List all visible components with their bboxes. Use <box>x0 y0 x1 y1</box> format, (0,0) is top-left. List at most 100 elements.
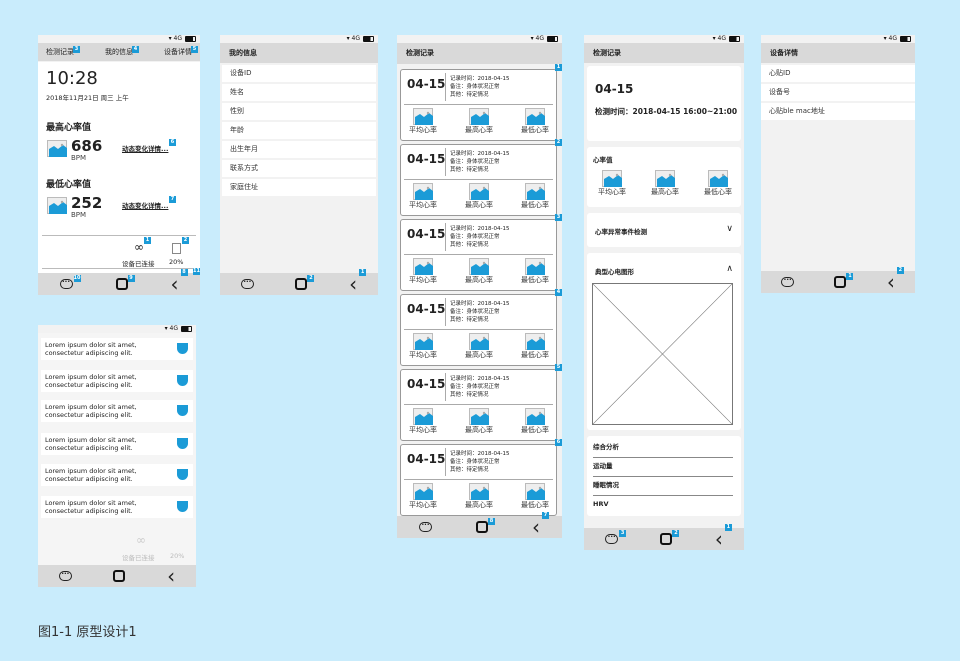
message-icon[interactable]: ··· <box>419 522 432 532</box>
device-item[interactable]: 设备号 <box>761 84 915 101</box>
tab-2[interactable]: 设备详情 5 <box>164 43 198 61</box>
section-title: 心率异常事件检测 <box>595 228 647 236</box>
network-label: 4G <box>351 35 360 42</box>
battery-icon <box>363 35 374 42</box>
analysis-item[interactable]: 综合分析 <box>593 439 733 458</box>
info-item[interactable]: 出生年月 <box>222 141 376 158</box>
record-line3: 其他：待定情况 <box>450 317 489 323</box>
message-icon[interactable]: ··· <box>240 279 254 289</box>
hr-metric: 最低心率 <box>515 333 555 360</box>
notification-item[interactable]: Lorem ipsum dolor sit amet, consectetur … <box>41 370 193 392</box>
hr-metric-label: 最高心率 <box>465 126 493 134</box>
home-icon[interactable]: 1 <box>834 273 854 288</box>
figure-caption: 图1-1 原型设计1 <box>38 625 137 640</box>
image-placeholder-icon <box>469 108 489 125</box>
tab-label: 我的信息 <box>105 48 133 56</box>
home-icon[interactable]: 9 <box>115 275 135 290</box>
info-item[interactable]: 家庭住址 <box>222 179 376 196</box>
analysis-item[interactable]: 睡眠情况 <box>593 477 733 496</box>
record-line2: 备注：身体状况正常 <box>450 309 500 315</box>
image-placeholder-icon <box>413 408 433 425</box>
annotation-badge: 1 <box>846 273 854 280</box>
record-card[interactable]: 04-15 记录时间：2018-04-15 备注：身体状况正常 其他：待定情况 平均心率… <box>400 69 557 141</box>
back-icon[interactable]: ‹ <box>167 566 175 586</box>
back-icon[interactable]: ‹ 2 <box>887 267 904 292</box>
records-screen: ▾ 4G 检测记录 04-15 记录时间：2018-04-15 备注：身体状况正常 其他：… <box>397 35 562 538</box>
notification-item[interactable]: Lorem ipsum dolor sit amet, consectetur … <box>41 338 193 360</box>
image-placeholder-icon <box>413 183 433 200</box>
home-icon[interactable]: 8 <box>476 518 495 533</box>
hr-metric-label: 最低心率 <box>704 188 732 196</box>
info-item[interactable]: 性别 <box>222 103 376 120</box>
message-icon[interactable]: ··· <box>58 571 72 581</box>
message-icon[interactable]: ··· <box>781 277 795 287</box>
annotation-badge: 6 <box>555 439 562 446</box>
home-icon[interactable] <box>113 570 126 582</box>
info-item[interactable]: 姓名 <box>222 84 376 101</box>
info-item[interactable]: 联系方式 <box>222 160 376 177</box>
hr-title: 心率值 <box>593 156 613 164</box>
notification-item[interactable]: Lorem ipsum dolor sit amet, consectetur … <box>41 433 193 455</box>
analysis-panel: 综合分析 运动量 睡眠情况 HRV <box>587 436 741 516</box>
status-bar: ▾ 4G <box>220 35 378 43</box>
chevron-up-icon[interactable]: ∧ <box>726 264 733 274</box>
abnormal-events-section[interactable]: 心率异常事件检测 ∨ <box>587 213 741 247</box>
battery-icon <box>181 325 192 332</box>
dynamic-detail-link[interactable]: 动态变化详情... <box>122 200 168 210</box>
home-icon[interactable]: 2 <box>660 530 680 545</box>
record-line3: 其他：待定情况 <box>450 92 489 98</box>
max-heart-rate-title: 最高心率值 <box>46 123 92 133</box>
record-card[interactable]: 04-15 记录时间：2018-04-15 备注：身体状况正常 其他：待定情况 平均心率… <box>400 219 557 291</box>
link-icon: ∞ <box>134 240 144 254</box>
message-icon[interactable]: ··· 3 <box>605 530 627 544</box>
record-date: 04-15 <box>407 152 446 166</box>
divider <box>404 254 553 255</box>
tab-0[interactable]: 检测记录 3 <box>46 43 80 61</box>
record-card[interactable]: 04-15 记录时间：2018-04-15 备注：身体状况正常 其他：待定情况 平均心率… <box>400 144 557 216</box>
image-placeholder-icon <box>469 183 489 200</box>
notification-item[interactable]: Lorem ipsum dolor sit amet, consectetur … <box>41 400 193 422</box>
annotation-badge: 1 <box>724 524 732 531</box>
image-placeholder-icon <box>469 408 489 425</box>
tab-1[interactable]: 我的信息 4 <box>105 43 139 61</box>
status-bar: ▾ 4G <box>761 35 915 43</box>
analysis-item[interactable]: HRV <box>593 496 733 515</box>
hr-metric-label: 最低心率 <box>521 126 549 134</box>
back-icon[interactable]: ‹ 1 <box>349 269 367 294</box>
notification-item[interactable]: Lorem ipsum dolor sit amet, consectetur … <box>41 464 193 486</box>
back-icon[interactable]: ‹ 7 <box>532 512 549 537</box>
annotation-badge: 8 <box>180 269 188 276</box>
network-label: 4G <box>535 35 544 42</box>
record-card[interactable]: 04-15 记录时间：2018-04-15 备注：身体状况正常 其他：待定情况 平均心率… <box>400 294 557 366</box>
hr-metric: 最低心率 <box>515 108 555 135</box>
record-line3: 其他：待定情况 <box>450 392 489 398</box>
analysis-item[interactable]: 运动量 <box>593 458 733 477</box>
device-item[interactable]: 心贴ble mac地址 <box>761 103 915 120</box>
annotation-badge: 5 <box>555 364 562 371</box>
hr-metric: 最低心率 <box>698 170 738 197</box>
record-card[interactable]: 04-15 记录时间：2018-04-15 备注：身体状况正常 其他：待定情况 平均心率… <box>400 444 557 516</box>
home-icon[interactable]: 2 <box>295 275 315 290</box>
hr-metric: 平均心率 <box>403 183 443 210</box>
image-placeholder-icon <box>525 483 545 500</box>
dynamic-detail-link[interactable]: 动态变化详情... <box>122 143 168 153</box>
tab-label: 设备详情 <box>164 48 192 56</box>
record-line1: 记录时间：2018-04-15 <box>450 226 510 232</box>
water-drop-icon <box>177 405 188 416</box>
message-icon[interactable]: ··· 10 <box>59 275 81 289</box>
image-placeholder-icon <box>525 258 545 275</box>
notification-text: Lorem ipsum dolor sit amet, consectetur … <box>45 499 137 515</box>
connection-status: 设备已连接 <box>122 260 155 268</box>
chevron-down-icon[interactable]: ∨ <box>726 224 733 234</box>
back-icon[interactable]: ‹ 8 <box>171 269 188 294</box>
record-card[interactable]: 04-15 记录时间：2018-04-15 备注：身体状况正常 其他：待定情况 平均心率… <box>400 369 557 441</box>
notification-item[interactable]: Lorem ipsum dolor sit amet, consectetur … <box>41 496 193 518</box>
device-item[interactable]: 心贴ID <box>761 65 915 82</box>
status-bar: ▾ 4G <box>38 325 196 333</box>
divider <box>404 479 553 480</box>
annotation-badge: 4 <box>555 289 562 296</box>
record-line2: 备注：身体状况正常 <box>450 159 500 165</box>
info-item[interactable]: 设备ID <box>222 65 376 82</box>
back-icon[interactable]: ‹ 1 <box>715 524 732 549</box>
info-item[interactable]: 年龄 <box>222 122 376 139</box>
